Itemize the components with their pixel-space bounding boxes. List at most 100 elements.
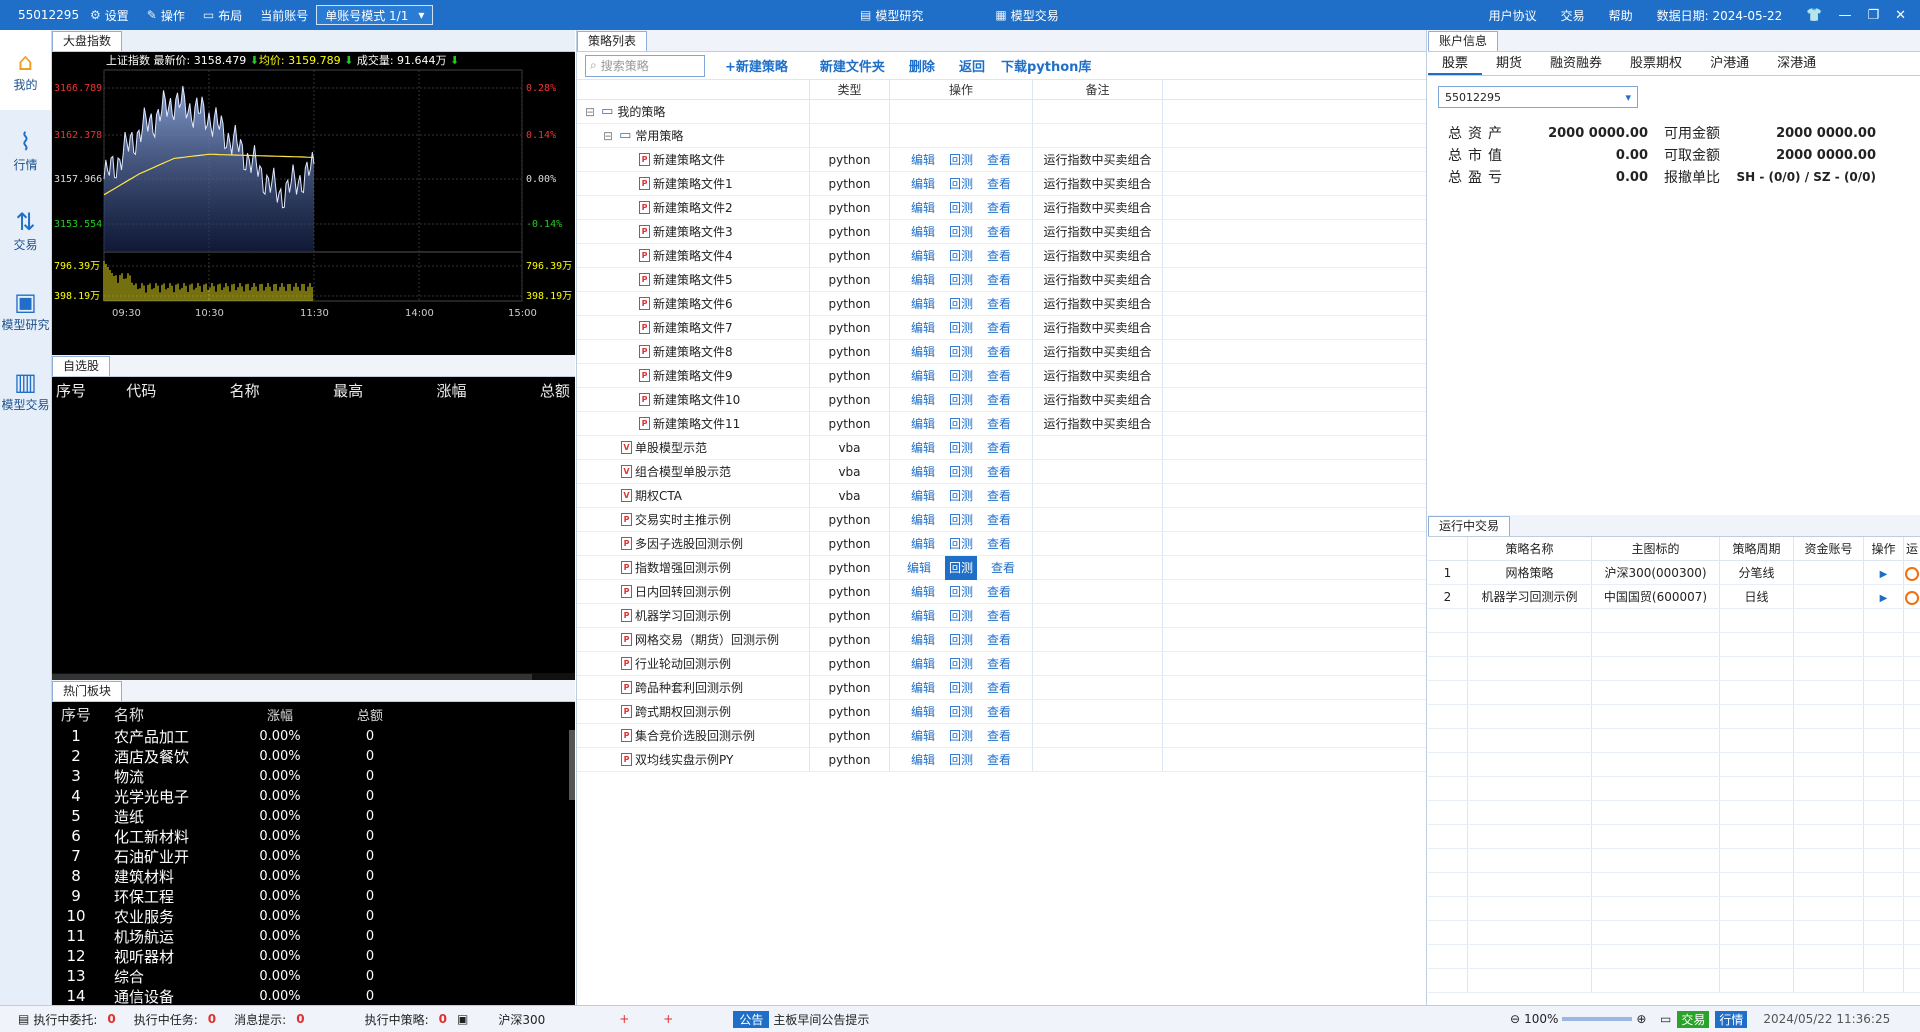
zoom-control[interactable]: ⊖ 100% ⊕ bbox=[1510, 1012, 1646, 1026]
help-menu[interactable]: 帮助 bbox=[1609, 7, 1633, 24]
backtest-link[interactable]: 回测 bbox=[949, 340, 973, 364]
tab-futures[interactable]: 期货 bbox=[1482, 53, 1536, 75]
view-link[interactable]: 查看 bbox=[987, 172, 1011, 196]
tab-watchlist[interactable]: 自选股 bbox=[52, 356, 111, 376]
tab-margin[interactable]: 融资融券 bbox=[1536, 53, 1616, 75]
table-row[interactable]: P 网格交易（期货）回测示例 python 编辑 回测 查看 bbox=[577, 628, 1426, 652]
backtest-link[interactable]: 回测 bbox=[949, 700, 973, 724]
stop-icon[interactable] bbox=[1905, 590, 1919, 605]
view-link[interactable]: 查看 bbox=[991, 556, 1015, 580]
new-folder-button[interactable]: 新建文件夹 bbox=[820, 56, 885, 75]
table-row[interactable]: P 新建策略文件8 python 编辑 回测 查看 运行指数中买卖组合 bbox=[577, 340, 1426, 364]
table-row[interactable]: P 新建策略文件11 python 编辑 回测 查看 运行指数中买卖组合 bbox=[577, 412, 1426, 436]
edit-link[interactable]: 编辑 bbox=[911, 364, 935, 388]
view-link[interactable]: 查看 bbox=[987, 460, 1011, 484]
backtest-link[interactable]: 回测 bbox=[949, 148, 973, 172]
nav-trade[interactable]: ⇅ 交易 bbox=[0, 190, 51, 270]
view-link[interactable]: 查看 bbox=[987, 748, 1011, 772]
list-item[interactable]: 10 农业服务 0.00% 0 bbox=[52, 906, 575, 926]
minimize-icon[interactable]: — bbox=[1838, 8, 1851, 23]
tab-options[interactable]: 股票期权 bbox=[1616, 53, 1696, 75]
view-link[interactable]: 查看 bbox=[987, 364, 1011, 388]
list-item[interactable]: 8 建筑材料 0.00% 0 bbox=[52, 866, 575, 886]
model-trade-button[interactable]: ▦ 模型交易 bbox=[995, 7, 1058, 24]
user-agreement-link[interactable]: 用户协议 bbox=[1489, 7, 1537, 24]
edit-link[interactable]: 编辑 bbox=[911, 700, 935, 724]
tree-group[interactable]: ⊟ ▭ 常用策略 bbox=[577, 124, 1426, 148]
edit-link[interactable]: 编辑 bbox=[911, 196, 935, 220]
window-icon[interactable]: ▣ bbox=[457, 1012, 468, 1026]
nav-model-trade[interactable]: ▥ 模型交易 bbox=[0, 350, 51, 430]
table-row[interactable]: P 新建策略文件7 python 编辑 回测 查看 运行指数中买卖组合 bbox=[577, 316, 1426, 340]
edit-link[interactable]: 编辑 bbox=[911, 580, 935, 604]
backtest-link[interactable]: 回测 bbox=[949, 388, 973, 412]
play-icon[interactable]: ▶ bbox=[1880, 569, 1888, 580]
list-item[interactable]: 5 造纸 0.00% 0 bbox=[52, 806, 575, 826]
view-link[interactable]: 查看 bbox=[987, 676, 1011, 700]
backtest-link[interactable]: 回测 bbox=[949, 244, 973, 268]
list-item[interactable]: 3 物流 0.00% 0 bbox=[52, 766, 575, 786]
backtest-link[interactable]: 回测 bbox=[944, 556, 977, 580]
view-link[interactable]: 查看 bbox=[987, 724, 1011, 748]
view-link[interactable]: 查看 bbox=[987, 388, 1011, 412]
edit-link[interactable]: 编辑 bbox=[911, 724, 935, 748]
backtest-link[interactable]: 回测 bbox=[949, 604, 973, 628]
trade-indicator[interactable]: 交易 bbox=[1677, 1010, 1710, 1028]
table-row[interactable]: P 新建策略文件2 python 编辑 回测 查看 运行指数中买卖组合 bbox=[577, 196, 1426, 220]
view-link[interactable]: 查看 bbox=[987, 508, 1011, 532]
tab-hot-sectors[interactable]: 热门板块 bbox=[52, 681, 123, 701]
settings-menu[interactable]: ⚙ 设置 bbox=[90, 7, 129, 24]
account-select[interactable]: 55012295 ▾ bbox=[1438, 86, 1638, 108]
table-row[interactable]: P 新建策略文件10 python 编辑 回测 查看 运行指数中买卖组合 bbox=[577, 388, 1426, 412]
table-row[interactable]: V 单股模型示范 vba 编辑 回测 查看 bbox=[577, 436, 1426, 460]
back-button[interactable]: 返回 bbox=[959, 56, 985, 75]
view-link[interactable]: 查看 bbox=[987, 628, 1011, 652]
search-input[interactable]: ⌕ 搜索策略 bbox=[585, 54, 705, 77]
skin-icon[interactable]: 👕 bbox=[1806, 8, 1822, 23]
collapse-icon[interactable]: ⊟ bbox=[585, 100, 595, 124]
list-item[interactable]: 11 机场航运 0.00% 0 bbox=[52, 926, 575, 946]
backtest-link[interactable]: 回测 bbox=[949, 196, 973, 220]
tab-running-trades[interactable]: 运行中交易 bbox=[1428, 516, 1511, 536]
collapse-icon[interactable]: ⊟ bbox=[603, 124, 613, 148]
view-link[interactable]: 查看 bbox=[987, 580, 1011, 604]
operate-menu[interactable]: ✎ 操作 bbox=[147, 7, 185, 24]
edit-link[interactable]: 编辑 bbox=[911, 508, 935, 532]
edit-link[interactable]: 编辑 bbox=[911, 652, 935, 676]
list-item[interactable]: 13 综合 0.00% 0 bbox=[52, 966, 575, 986]
backtest-link[interactable]: 回测 bbox=[949, 652, 973, 676]
view-link[interactable]: 查看 bbox=[987, 604, 1011, 628]
list-item[interactable]: 12 视听器材 0.00% 0 bbox=[52, 946, 575, 966]
view-link[interactable]: 查看 bbox=[987, 220, 1011, 244]
edit-link[interactable]: 编辑 bbox=[911, 484, 935, 508]
view-link[interactable]: 查看 bbox=[987, 436, 1011, 460]
view-link[interactable]: 查看 bbox=[987, 292, 1011, 316]
tab-hk-sh[interactable]: 沪港通 bbox=[1696, 53, 1763, 75]
view-link[interactable]: 查看 bbox=[987, 484, 1011, 508]
view-link[interactable]: 查看 bbox=[987, 244, 1011, 268]
edit-link[interactable]: 编辑 bbox=[911, 172, 935, 196]
table-row[interactable]: P 跨式期权回测示例 python 编辑 回测 查看 bbox=[577, 700, 1426, 724]
backtest-link[interactable]: 回测 bbox=[949, 748, 973, 772]
view-link[interactable]: 查看 bbox=[987, 316, 1011, 340]
backtest-link[interactable]: 回测 bbox=[949, 436, 973, 460]
backtest-link[interactable]: 回测 bbox=[949, 268, 973, 292]
table-row[interactable]: P 新建策略文件 python 编辑 回测 查看 运行指数中买卖组合 bbox=[577, 148, 1426, 172]
list-item[interactable]: 9 环保工程 0.00% 0 bbox=[52, 886, 575, 906]
table-row[interactable]: 2 机器学习回测示例 中国国贸(600007) 日线 ▶ bbox=[1428, 585, 1920, 609]
tree-root[interactable]: ⊟ ▭ 我的策略 bbox=[577, 100, 1426, 124]
nav-mine[interactable]: ⌂ 我的 bbox=[0, 30, 51, 110]
nav-research[interactable]: ▣ 模型研究 bbox=[0, 270, 51, 350]
backtest-link[interactable]: 回测 bbox=[949, 412, 973, 436]
edit-link[interactable]: 编辑 bbox=[911, 436, 935, 460]
edit-link[interactable]: 编辑 bbox=[911, 412, 935, 436]
model-research-button[interactable]: ▤ 模型研究 bbox=[860, 7, 923, 24]
table-row[interactable]: P 新建策略文件5 python 编辑 回测 查看 运行指数中买卖组合 bbox=[577, 268, 1426, 292]
table-row[interactable]: P 新建策略文件6 python 编辑 回测 查看 运行指数中买卖组合 bbox=[577, 292, 1426, 316]
view-link[interactable]: 查看 bbox=[987, 196, 1011, 220]
table-row[interactable]: P 机器学习回测示例 python 编辑 回测 查看 bbox=[577, 604, 1426, 628]
play-icon[interactable]: ▶ bbox=[1880, 593, 1888, 604]
edit-link[interactable]: 编辑 bbox=[911, 388, 935, 412]
tab-strategy-list[interactable]: 策略列表 bbox=[577, 31, 648, 51]
notice-text[interactable]: 主板早间公告提示 bbox=[773, 1011, 869, 1028]
